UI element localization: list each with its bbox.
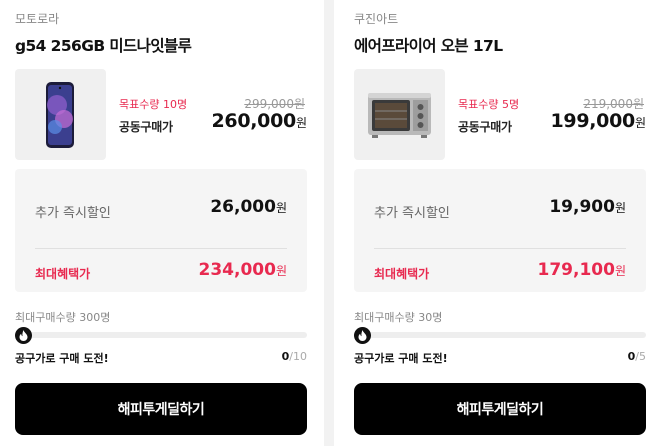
target-quantity: 목표수량 10명	[119, 98, 188, 111]
participant-count: 0/10	[282, 350, 307, 363]
discount-label: 추가 즉시할인	[35, 206, 111, 221]
discount-value: 26,000원	[210, 197, 287, 217]
product-card[interactable]: 쿠진아트 에어프라이어 오븐 17L 목표수량 5명 공동구매가 219,000…	[334, 0, 658, 446]
fire-icon	[15, 327, 32, 344]
discount-unit: 원	[275, 201, 287, 215]
product-title[interactable]: g54 256GB 미드나잇블루	[15, 34, 192, 56]
price-unit: 원	[295, 116, 307, 130]
target-quantity: 목표수량 5명	[458, 98, 520, 111]
air-fryer-oven-icon	[368, 93, 431, 138]
progress-bar	[354, 332, 646, 338]
discount-unit: 원	[614, 201, 626, 215]
max-benefit-unit: 원	[614, 264, 626, 278]
price-unit: 원	[634, 116, 646, 130]
discount-panel: 추가 즉시할인 19,900원 최대혜택가 179,100원	[354, 169, 646, 292]
deal-list: 모토로라 g54 256GB 미드나잇블루 목표수량 10명 공동구매가 299…	[0, 0, 658, 446]
discount-amount: 19,900	[549, 197, 615, 217]
group-buy-label: 공동구매가	[119, 120, 173, 134]
price-value: 199,000	[550, 110, 636, 132]
max-benefit-value: 179,100원	[538, 260, 626, 280]
max-benefit-value: 234,000원	[199, 260, 287, 280]
divider	[35, 248, 287, 249]
max-benefit-label: 최대혜택가	[35, 267, 91, 281]
product-image[interactable]	[15, 69, 106, 160]
discount-value: 19,900원	[549, 197, 626, 217]
discount-label: 추가 즉시할인	[374, 206, 450, 221]
brand-name: 모토로라	[15, 12, 60, 26]
progress-bar	[15, 332, 307, 338]
discount-panel: 추가 즉시할인 26,000원 최대혜택가 234,000원	[15, 169, 307, 292]
challenge-label: 공구가로 구매 도전!	[354, 352, 448, 365]
price-value: 260,000	[211, 110, 297, 132]
max-benefit-amount: 234,000	[198, 260, 276, 280]
product-title[interactable]: 에어프라이어 오븐 17L	[354, 34, 503, 56]
max-benefit-label: 최대혜택가	[374, 267, 430, 281]
smartphone-icon	[46, 82, 74, 148]
product-card[interactable]: 모토로라 g54 256GB 미드나잇블루 목표수량 10명 공동구매가 299…	[0, 0, 324, 446]
count-total: /5	[635, 350, 646, 363]
fire-icon	[354, 327, 371, 344]
challenge-label: 공구가로 구매 도전!	[15, 352, 109, 365]
group-buy-label: 공동구매가	[458, 120, 512, 134]
product-image[interactable]	[354, 69, 445, 160]
happy-together-deal-button[interactable]: 해피투게딜하기	[354, 383, 646, 435]
group-buy-price: 199,000원	[551, 110, 647, 132]
participant-count: 0/5	[628, 350, 646, 363]
max-benefit-unit: 원	[275, 264, 287, 278]
divider	[374, 248, 626, 249]
max-purchase-quantity: 최대구매수량 300명	[15, 311, 111, 324]
happy-together-deal-button[interactable]: 해피투게딜하기	[15, 383, 307, 435]
discount-amount: 26,000	[210, 197, 276, 217]
brand-name: 쿠진아트	[354, 12, 399, 26]
group-buy-price: 260,000원	[212, 110, 308, 132]
count-total: /10	[289, 350, 307, 363]
max-benefit-amount: 179,100	[537, 260, 615, 280]
max-purchase-quantity: 최대구매수량 30명	[354, 311, 443, 324]
